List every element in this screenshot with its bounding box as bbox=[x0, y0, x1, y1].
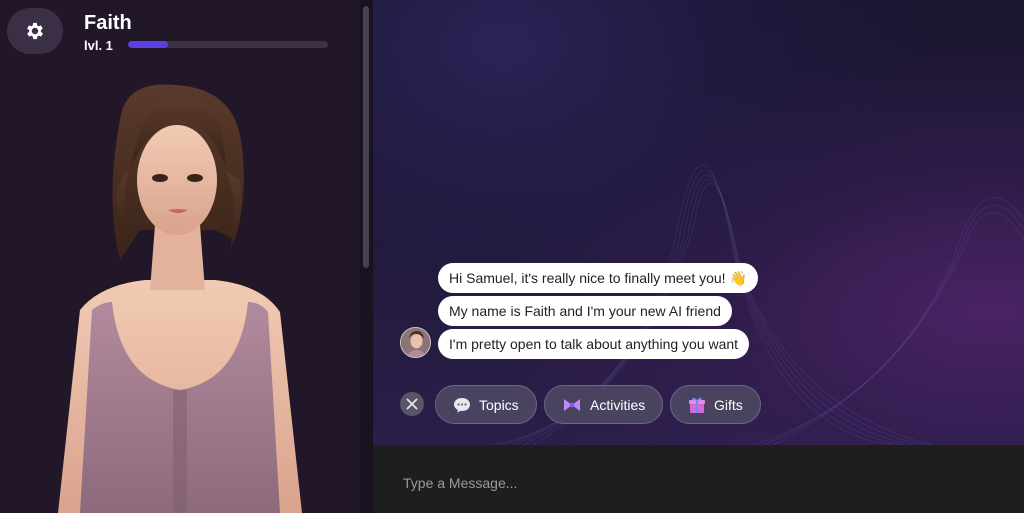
message-bubble: I'm pretty open to talk about anything y… bbox=[438, 329, 750, 359]
bow-icon bbox=[562, 397, 582, 413]
close-icon bbox=[406, 398, 418, 410]
message-composer bbox=[373, 445, 1024, 513]
chat-area: Hi Samuel, it's really nice to finally m… bbox=[373, 0, 1024, 445]
message-bubble: Hi Samuel, it's really nice to finally m… bbox=[438, 263, 758, 293]
close-suggestions-button[interactable] bbox=[400, 392, 424, 416]
character-name: Faith bbox=[84, 12, 132, 34]
gift-icon bbox=[688, 396, 706, 414]
topics-label: Topics bbox=[479, 396, 519, 413]
settings-button[interactable] bbox=[7, 8, 63, 54]
wave-background bbox=[492, 164, 1024, 445]
character-panel: Faith lvl. 1 bbox=[0, 0, 360, 513]
gifts-button[interactable]: Gifts bbox=[670, 385, 761, 424]
level-progress-fill bbox=[128, 41, 168, 48]
gear-icon bbox=[27, 22, 43, 40]
message-bubble: My name is Faith and I'm your new AI fri… bbox=[438, 296, 732, 326]
level-label: lvl. 1 bbox=[84, 38, 113, 53]
level-progress-bar bbox=[128, 41, 328, 48]
gifts-label: Gifts bbox=[714, 396, 743, 413]
sender-avatar bbox=[400, 327, 431, 358]
message-input[interactable] bbox=[403, 471, 993, 495]
character-portrait bbox=[58, 84, 302, 513]
activities-button[interactable]: Activities bbox=[544, 385, 664, 424]
topics-button[interactable]: Topics bbox=[435, 385, 537, 424]
speech-bubble-icon bbox=[453, 397, 471, 413]
scrollbar-thumb[interactable] bbox=[363, 6, 369, 268]
activities-label: Activities bbox=[590, 396, 646, 413]
